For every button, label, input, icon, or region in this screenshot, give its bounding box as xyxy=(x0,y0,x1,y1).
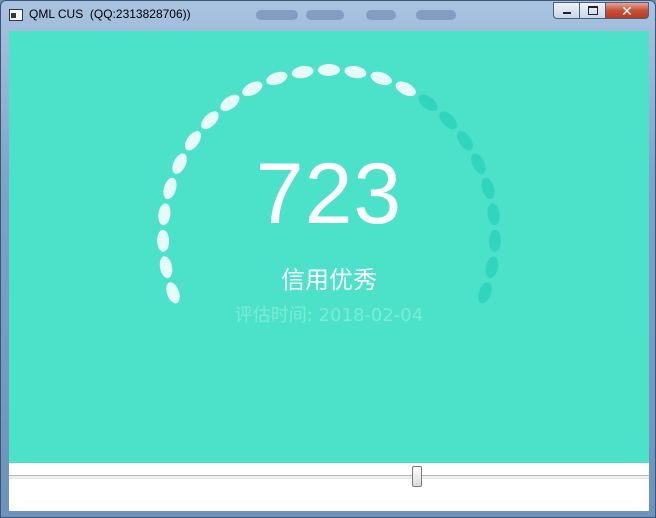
slider-handle[interactable] xyxy=(412,466,422,487)
window-title: QML CUS (QQ:2313828706)) xyxy=(29,7,191,21)
gauge-dot xyxy=(266,71,288,86)
client-area: 723 信用优秀 评估时间: 2018-02-04 xyxy=(9,31,649,511)
title-bar-blur xyxy=(256,10,298,20)
gauge-dot xyxy=(220,94,240,111)
title-bar-blur xyxy=(416,10,456,20)
gauge-dot xyxy=(370,71,392,86)
gauge-dot xyxy=(439,111,457,130)
gauge-dot xyxy=(457,131,473,151)
evaluation-date: 评估时间: 2018-02-04 xyxy=(234,305,424,326)
score-slider[interactable] xyxy=(9,463,649,511)
score-gauge xyxy=(157,64,501,304)
credit-score-panel: 723 信用优秀 评估时间: 2018-02-04 xyxy=(9,31,649,463)
gauge-dot xyxy=(201,111,219,130)
maximize-button[interactable] xyxy=(579,2,605,19)
credit-level-label: 信用优秀 xyxy=(281,266,377,294)
app-icon xyxy=(9,9,23,21)
gauge-dot xyxy=(418,94,438,111)
minimize-button[interactable] xyxy=(553,2,579,19)
maximize-icon xyxy=(587,6,598,15)
slider-groove[interactable] xyxy=(9,475,649,479)
close-button[interactable]: ✕ xyxy=(605,2,649,19)
close-icon: ✕ xyxy=(621,2,633,19)
title-bar-blur xyxy=(306,10,344,20)
credit-score-value: 723 xyxy=(255,146,403,242)
app-window: QML CUS (QQ:2313828706)) ✕ 723 信用优秀 评估时间… xyxy=(0,0,656,518)
gauge-dot xyxy=(344,65,367,79)
gauge-dot xyxy=(395,81,416,97)
gauge-dot xyxy=(185,131,201,151)
caption-buttons: ✕ xyxy=(553,2,649,19)
title-bar[interactable]: QML CUS (QQ:2313828706)) ✕ xyxy=(1,1,655,29)
gauge-dot xyxy=(242,81,263,97)
gauge-dot xyxy=(318,64,340,76)
minimize-icon xyxy=(562,12,571,14)
gauge-dot xyxy=(291,65,314,79)
title-bar-blur xyxy=(366,10,396,20)
